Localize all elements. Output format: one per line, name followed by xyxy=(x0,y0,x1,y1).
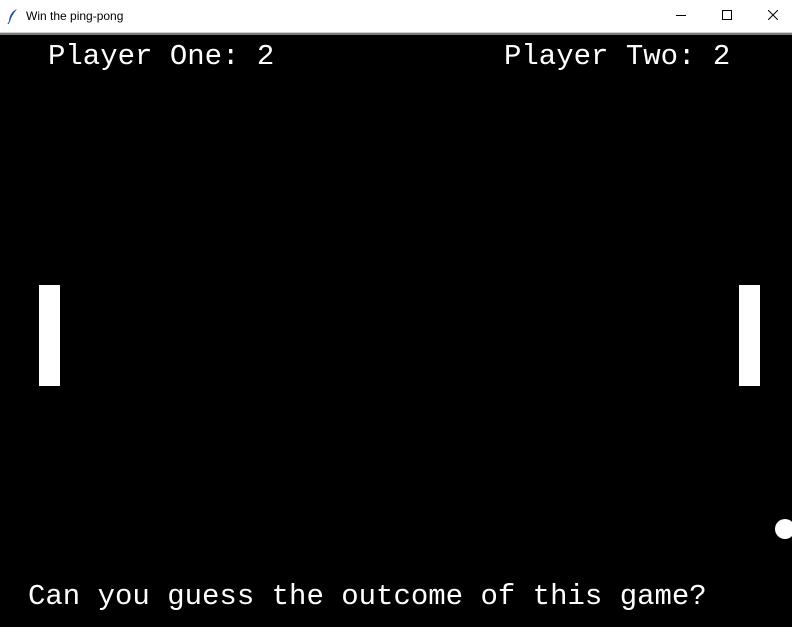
title-bar[interactable]: Win the ping-pong xyxy=(0,0,792,33)
minimize-button[interactable] xyxy=(658,0,704,32)
close-button[interactable] xyxy=(750,0,792,32)
feather-icon xyxy=(6,8,20,25)
ball xyxy=(775,519,792,539)
minimize-icon xyxy=(676,7,686,25)
right-paddle xyxy=(739,285,760,386)
window-title: Win the ping-pong xyxy=(26,9,124,23)
maximize-icon xyxy=(722,7,732,25)
player-one-score: Player One: 2 xyxy=(48,40,275,73)
maximize-button[interactable] xyxy=(704,0,750,32)
game-window: Win the ping-pong Player One: 2 Player T… xyxy=(0,0,792,627)
close-icon xyxy=(767,7,779,25)
left-paddle xyxy=(39,285,60,386)
game-message: Can you guess the outcome of this game? xyxy=(28,580,707,613)
title-bar-divider xyxy=(0,33,792,35)
player-two-score: Player Two: 2 xyxy=(504,40,731,73)
